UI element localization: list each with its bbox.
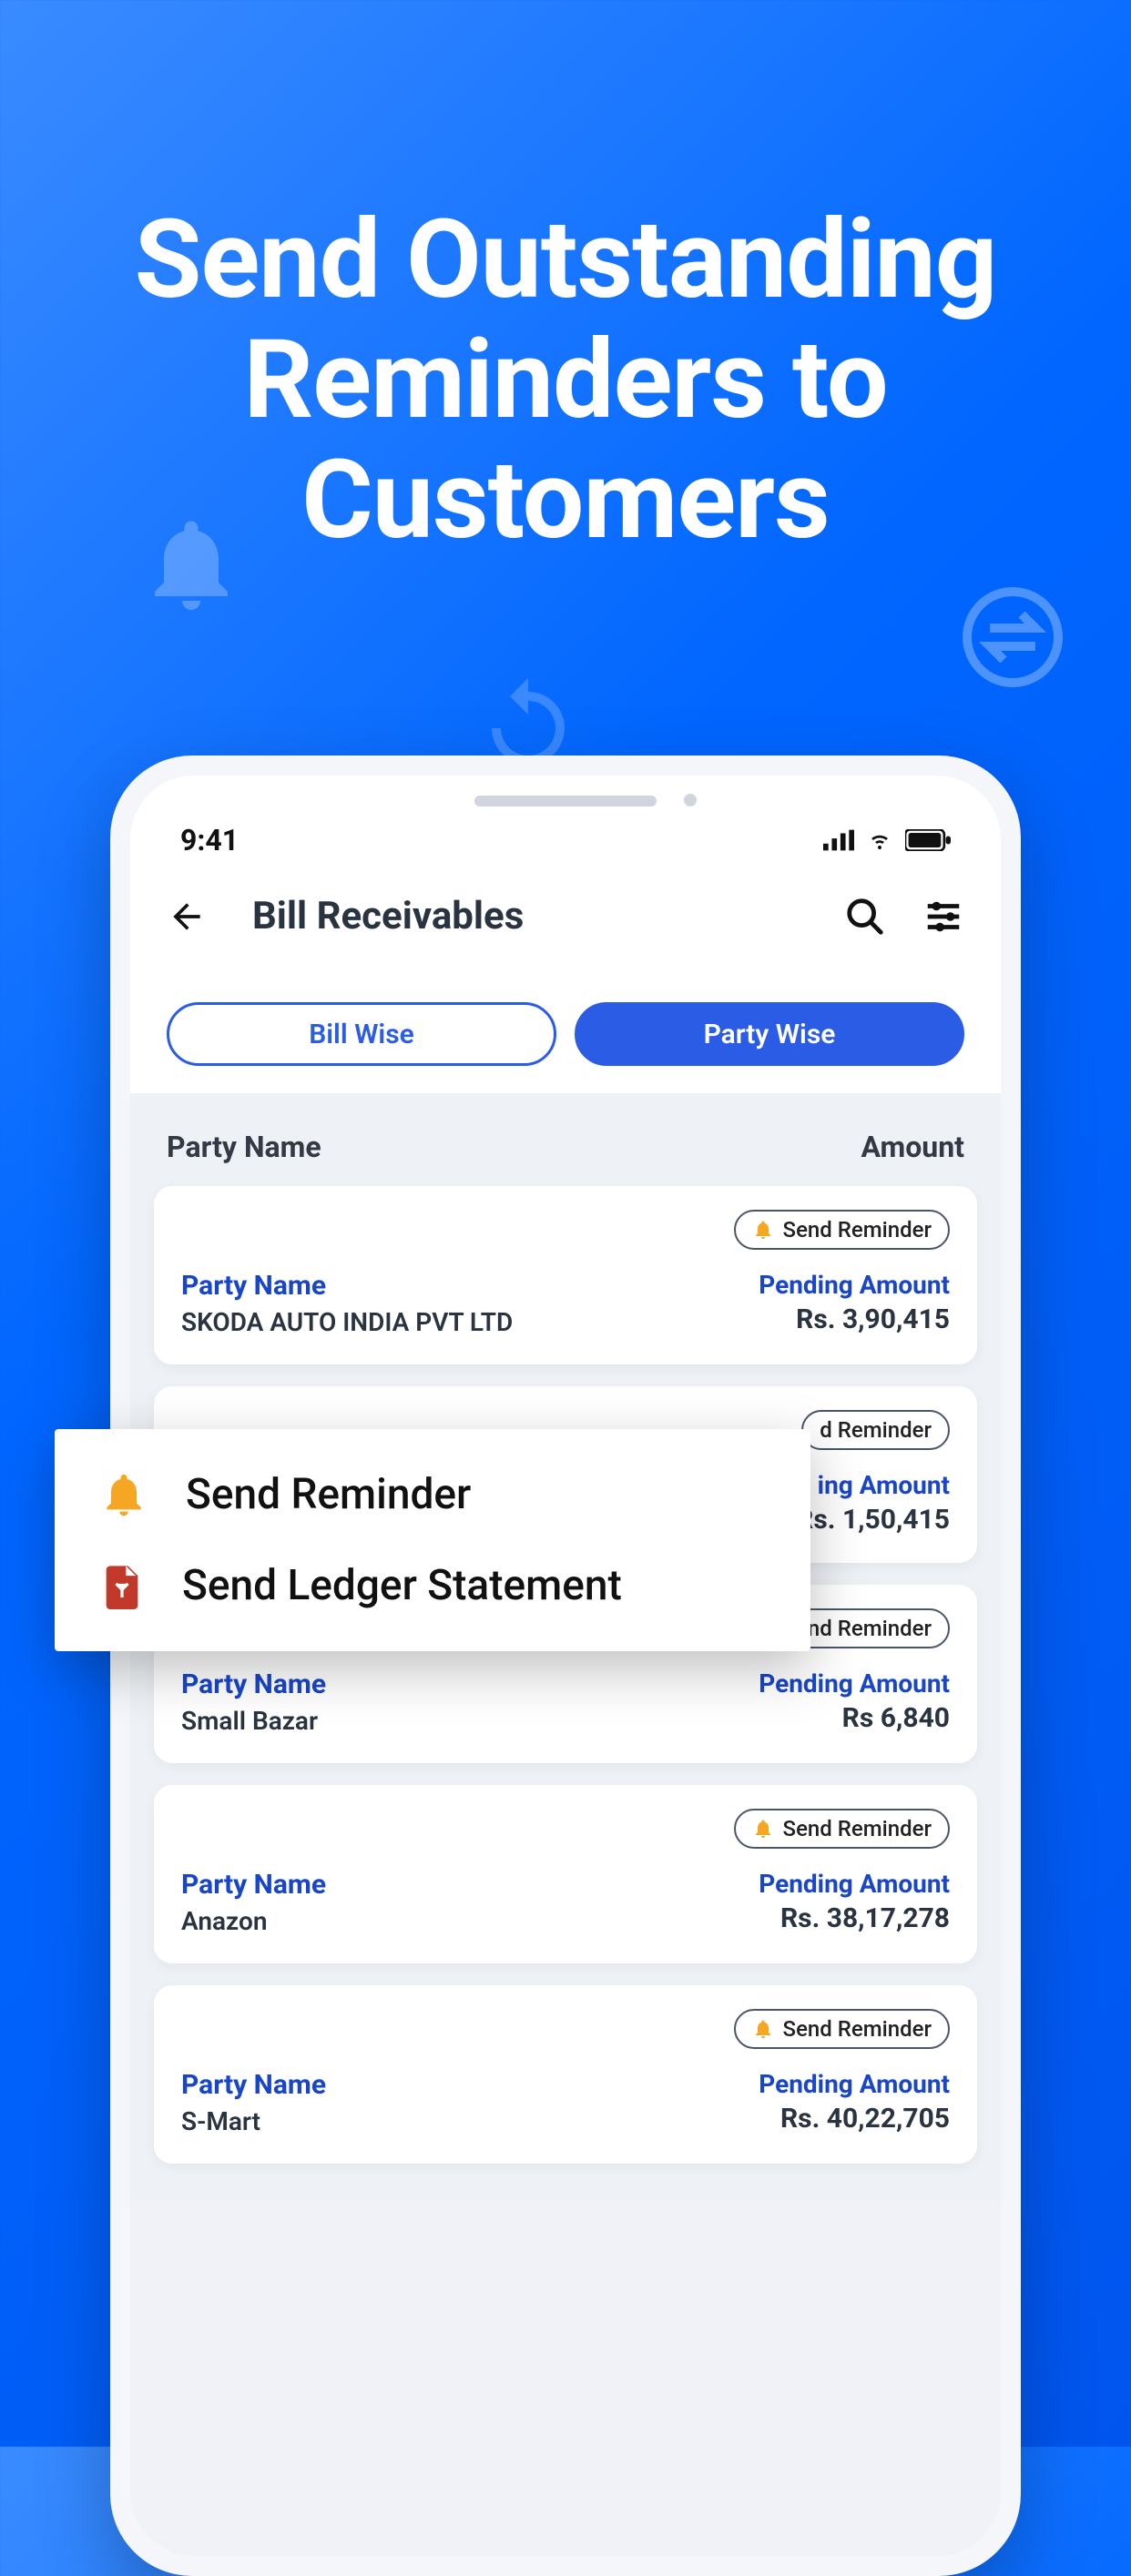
cellular-icon <box>823 829 854 851</box>
party-name: Anazon <box>181 1906 326 1936</box>
status-bar: 9:41 <box>130 776 1001 867</box>
bell-decoration-icon <box>137 510 246 619</box>
search-icon <box>844 896 886 938</box>
pending-label: Pending Amount <box>759 1668 950 1699</box>
view-toggle: Bill Wise Party Wise <box>130 975 1001 1100</box>
party-name: SKODA AUTO INDIA PVT LTD <box>181 1307 513 1337</box>
send-reminder-button[interactable]: Send Reminder <box>734 1210 950 1250</box>
send-reminder-label: d Reminder <box>820 1417 932 1443</box>
tab-bill-wise[interactable]: Bill Wise <box>167 1002 556 1066</box>
app-header: Bill Receivables <box>130 867 1001 975</box>
bell-icon <box>752 2018 774 2040</box>
notch-speaker <box>474 796 657 806</box>
send-reminder-label: Send Reminder <box>783 1816 932 1841</box>
status-time: 9:41 <box>180 823 239 857</box>
pending-amount: Rs 6,840 <box>759 1702 950 1734</box>
bell-icon <box>752 1818 774 1840</box>
send-reminder-label: Send Reminder <box>783 2016 932 2042</box>
bell-icon <box>752 1219 774 1241</box>
sliders-icon <box>922 896 964 938</box>
swap-decoration-icon <box>958 583 1067 692</box>
pending-label: Pending Amount <box>759 1869 950 1899</box>
party-label: Party Name <box>181 1668 326 1700</box>
phone-frame: 9:41 Bill Receivables Bill Wise Party Wi… <box>110 756 1021 2576</box>
tab-party-wise[interactable]: Party Wise <box>575 1002 964 1066</box>
column-amount: Amount <box>861 1130 964 1164</box>
pdf-icon <box>98 1560 146 1611</box>
pending-label: Pending Amount <box>759 2069 950 2099</box>
party-label: Party Name <box>181 1270 513 1302</box>
party-label: Party Name <box>181 2069 326 2101</box>
send-reminder-button[interactable]: Send Reminder <box>734 2009 950 2049</box>
party-card[interactable]: Send Reminder Party Name SKODA AUTO INDI… <box>154 1186 977 1364</box>
party-name: Small Bazar <box>181 1706 326 1736</box>
popover-send-reminder[interactable]: Send Reminder <box>98 1469 767 1520</box>
party-name: S-Mart <box>181 2106 326 2136</box>
popover-reminder-label: Send Reminder <box>186 1470 471 1519</box>
battery-icon <box>905 829 951 851</box>
wifi-icon <box>865 829 894 851</box>
party-card[interactable]: Send Reminder Party Name Anazon Pending … <box>154 1785 977 1963</box>
party-card[interactable]: Send Reminder Party Name S-Mart Pending … <box>154 1985 977 2164</box>
send-reminder-button[interactable]: d Reminder <box>801 1410 950 1450</box>
phone-screen: 9:41 Bill Receivables Bill Wise Party Wi… <box>130 776 1001 2556</box>
back-button[interactable] <box>167 897 207 937</box>
bell-icon <box>98 1469 149 1520</box>
search-button[interactable] <box>844 896 886 938</box>
status-indicators <box>823 829 951 851</box>
action-popover: Send Reminder Send Ledger Statement <box>55 1429 810 1651</box>
send-reminder-button[interactable]: Send Reminder <box>734 1809 950 1849</box>
pending-amount: Rs. 1,50,415 <box>796 1504 950 1536</box>
popover-ledger-label: Send Ledger Statement <box>182 1561 622 1610</box>
pending-label: Pending Amount <box>759 1270 950 1300</box>
page-title: Bill Receivables <box>252 894 808 938</box>
column-party: Party Name <box>167 1130 321 1164</box>
send-reminder-label: Send Reminder <box>783 1217 932 1242</box>
arrow-left-icon <box>167 897 207 937</box>
pending-amount: Rs. 3,90,415 <box>759 1303 950 1335</box>
filter-button[interactable] <box>922 896 964 938</box>
party-label: Party Name <box>181 1869 326 1901</box>
pending-label: ing Amount <box>796 1470 950 1500</box>
hero-title: Send Outstanding Reminders to Customers <box>0 0 1131 561</box>
notch-camera <box>684 794 697 806</box>
popover-send-ledger[interactable]: Send Ledger Statement <box>98 1560 767 1611</box>
pending-amount: Rs. 40,22,705 <box>759 2103 950 2135</box>
receivables-list: Send Reminder Party Name SKODA AUTO INDI… <box>130 1186 1001 2200</box>
pending-amount: Rs. 38,17,278 <box>759 1902 950 1934</box>
list-header: Party Name Amount <box>130 1100 1001 1186</box>
